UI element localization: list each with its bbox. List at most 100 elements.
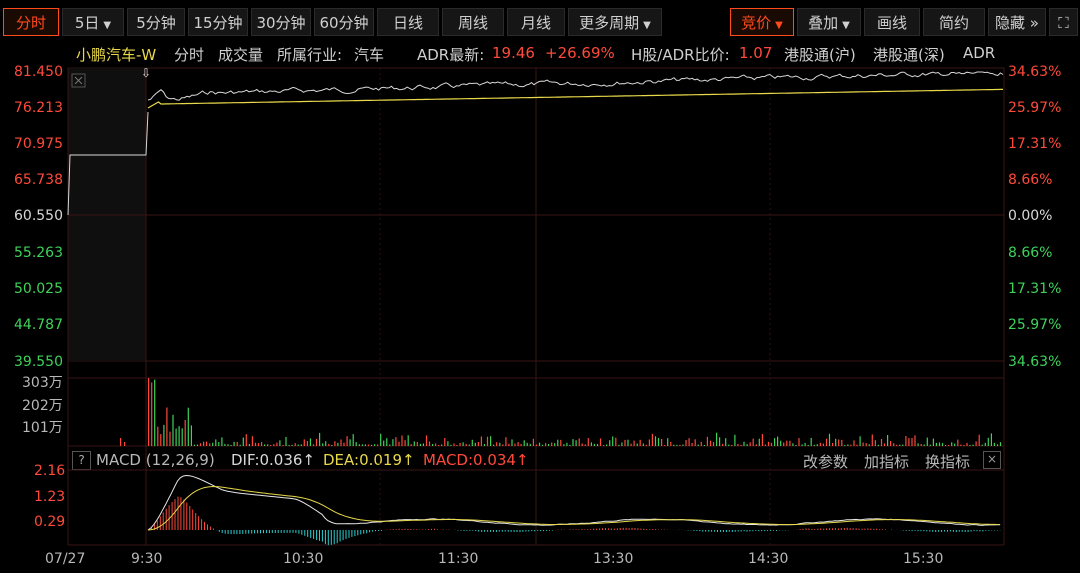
macd-bar	[610, 528, 612, 530]
volume-bar	[859, 436, 861, 446]
macd-bar	[192, 509, 194, 530]
macd-bar	[923, 530, 925, 532]
macd-bar	[994, 530, 996, 531]
volume-bar	[877, 444, 879, 446]
volume-bar	[709, 440, 712, 446]
macd-bar	[802, 528, 804, 530]
macd-bar	[410, 529, 412, 530]
volume-bar	[887, 435, 889, 446]
volume-bar	[822, 443, 824, 446]
macd-bar	[389, 529, 391, 530]
volume-bar	[810, 437, 812, 446]
macd-bar	[852, 528, 854, 530]
macd-bar	[920, 530, 922, 532]
volume-bar	[770, 442, 773, 446]
macd-bar	[204, 521, 205, 530]
macd-bar	[746, 530, 748, 532]
macd-bar	[938, 530, 940, 532]
volume-bar	[728, 444, 730, 446]
macd-bar	[914, 530, 916, 531]
volume-bar	[603, 445, 605, 446]
macd-bar	[846, 527, 848, 530]
volume-bar	[529, 443, 531, 446]
volume-bar	[981, 444, 983, 446]
macd-bar	[495, 530, 497, 532]
intraday-chart[interactable]: ⇩	[0, 0, 1080, 573]
volume-bar	[868, 444, 870, 446]
macd-bar	[752, 530, 754, 532]
macd-bar	[180, 497, 182, 530]
volume-bar	[199, 443, 202, 446]
macd-bar	[634, 528, 636, 530]
macd-bar	[298, 530, 300, 534]
volume-bar	[706, 436, 708, 446]
volume-bar	[328, 443, 330, 446]
price-line	[147, 71, 1004, 101]
macd-bar	[911, 530, 913, 532]
macd-bar	[201, 519, 203, 530]
macd-bar	[280, 530, 282, 533]
macd-bar	[560, 529, 562, 530]
macd-bar	[265, 530, 267, 534]
volume-bar	[734, 434, 736, 446]
macd-bar	[973, 530, 975, 531]
dif-line	[147, 474, 1001, 531]
macd-bar	[979, 530, 981, 532]
volume-bar	[908, 438, 910, 446]
volume-bar	[395, 437, 397, 446]
volume-bar	[486, 436, 489, 446]
volume-bar	[297, 444, 299, 446]
macd-bar	[277, 530, 279, 533]
macd-bar	[740, 530, 742, 532]
volume-bar	[563, 444, 565, 446]
volume-bar	[780, 440, 782, 446]
macd-bar	[183, 499, 185, 530]
macd-bar	[861, 528, 863, 530]
macd-bar	[699, 530, 701, 532]
macd-bar	[466, 530, 468, 531]
macd-bar	[212, 528, 214, 530]
volume-bar	[578, 438, 580, 446]
volume-bar	[474, 442, 476, 446]
macd-bar	[357, 530, 359, 536]
macd-bar	[239, 530, 241, 534]
macd-bar	[593, 528, 595, 530]
volume-bar	[657, 438, 660, 446]
macd-bar	[731, 530, 733, 532]
volume-bar	[212, 442, 214, 446]
macd-bar	[310, 530, 312, 538]
macd-bar	[363, 530, 365, 534]
macd-bar	[304, 530, 306, 536]
volume-bar	[462, 442, 464, 446]
volume-bar	[938, 442, 941, 446]
volume-bar	[890, 441, 892, 446]
volume-bar	[951, 442, 953, 446]
volume-bar	[990, 433, 992, 446]
macd-bar	[840, 528, 842, 530]
volume-bar	[325, 441, 327, 446]
volume-bar	[618, 444, 620, 446]
macd-bar	[767, 530, 769, 531]
macd-bar	[578, 529, 580, 530]
volume-bar	[945, 445, 947, 446]
macd-bar	[864, 528, 866, 530]
macd-bar	[177, 496, 179, 530]
volume-bar	[630, 443, 632, 446]
volume-bar	[355, 442, 357, 446]
volume-bar	[673, 444, 675, 446]
macd-bar	[534, 530, 536, 532]
macd-bar	[587, 529, 589, 530]
macd-bar	[501, 530, 503, 532]
macd-bar	[404, 528, 406, 530]
macd-bar	[961, 530, 963, 532]
macd-bar	[257, 530, 259, 534]
macd-bar	[369, 530, 371, 533]
macd-bar	[354, 530, 356, 537]
macd-bar	[817, 528, 819, 530]
macd-bar	[301, 530, 303, 535]
volume-bar	[612, 436, 614, 446]
macd-bar	[947, 530, 948, 532]
volume-bar	[581, 443, 583, 446]
volume-bar	[349, 439, 351, 446]
macd-bar	[755, 530, 757, 531]
